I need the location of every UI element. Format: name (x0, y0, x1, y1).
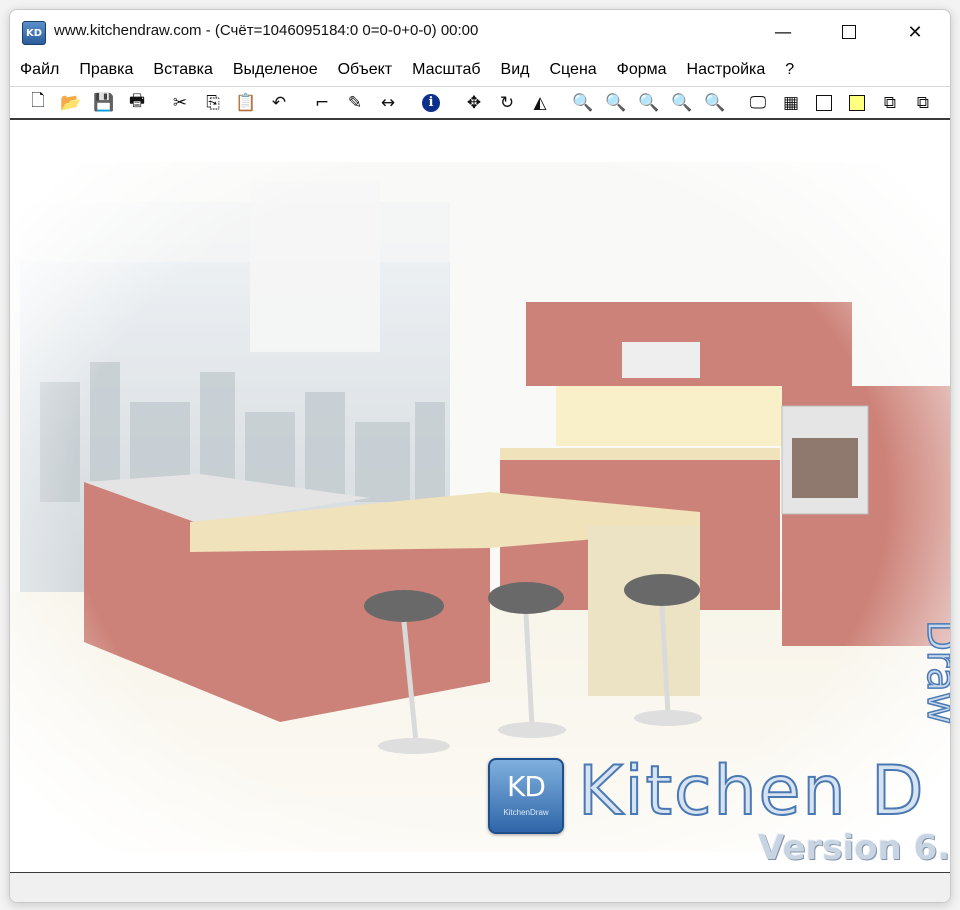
yellow-box-button[interactable] (843, 91, 871, 115)
paste-icon[interactable]: 📋 (232, 91, 260, 115)
stairs-icon[interactable]: ⌐ (308, 91, 336, 115)
menu-view[interactable]: Вид (491, 59, 540, 81)
splash-canvas: KD KitchenDraw Kitchen D Version 6. Draw (10, 122, 950, 874)
maximize-button[interactable] (816, 10, 882, 54)
menu-selection[interactable]: Выделеное (223, 59, 328, 81)
menu-settings[interactable]: Настройка (677, 59, 776, 81)
paint-icon[interactable]: ✎ (341, 91, 369, 115)
close-button[interactable]: ✕ (882, 10, 948, 54)
move-icon[interactable]: ✥ (460, 91, 488, 115)
open-folder-icon[interactable]: 📂 (57, 91, 85, 115)
kitchendraw-logo: KD KitchenDraw (488, 758, 564, 834)
mirror-icon[interactable]: ◭ (526, 91, 554, 115)
brand-vertical-text: Draw (917, 619, 950, 725)
menu-bar: Файл Правка Вставка Выделеное Объект Мас… (10, 56, 950, 84)
window-title: www.kitchendraw.com - (Счёт=1046095184:0… (54, 22, 479, 39)
minimize-button[interactable]: — (750, 10, 816, 54)
info-button[interactable]: i (417, 91, 445, 115)
title-bar[interactable]: KD www.kitchendraw.com - (Счёт=104609518… (10, 10, 950, 54)
menu-scale[interactable]: Масштаб (402, 59, 490, 81)
save-icon[interactable]: 💾 (90, 91, 118, 115)
menu-object[interactable]: Объект (328, 59, 402, 81)
zoom-window-icon[interactable]: 🔍 (635, 91, 663, 115)
toolbar: 🗋 📂 💾 🖶 ✂ ⎘ 📋 ↶ ⌐ ✎ ↔ i ✥ ↻ ◭ 🔍 🔍 🔍 🔍 🔍 … (10, 86, 950, 120)
copy-icon[interactable]: ⎘ (199, 91, 227, 115)
new-file-icon[interactable]: 🗋 (24, 91, 52, 115)
cube-outline-icon[interactable]: ⧉ (909, 91, 937, 115)
grid-view-icon[interactable]: ▦ (777, 91, 805, 115)
undo-icon[interactable]: ↶ (265, 91, 293, 115)
brand-name: Kitchen D (577, 751, 926, 832)
monitor-icon[interactable]: 🖵 (744, 91, 772, 115)
wireframe-box-icon (816, 94, 832, 111)
menu-edit[interactable]: Правка (69, 59, 143, 81)
menu-insert[interactable]: Вставка (143, 59, 222, 81)
info-icon: i (422, 93, 440, 112)
wireframe-box-button[interactable] (810, 91, 838, 115)
rotate-icon[interactable]: ↻ (493, 91, 521, 115)
cube-icon[interactable]: ⧉ (876, 91, 904, 115)
status-bar (10, 872, 950, 902)
zoom-out-icon[interactable]: 🔍 (602, 91, 630, 115)
yellow-box-icon (849, 94, 865, 111)
print-icon[interactable]: 🖶 (123, 91, 151, 115)
menu-help[interactable]: ? (775, 59, 804, 81)
menu-file[interactable]: Файл (20, 59, 69, 81)
version-label: Version 6. (758, 828, 950, 868)
zoom-fit-icon[interactable]: 🔍 (668, 91, 696, 115)
menu-scene[interactable]: Сцена (540, 59, 607, 81)
menu-form[interactable]: Форма (607, 59, 677, 81)
zoom-previous-icon[interactable]: 🔍 (701, 91, 729, 115)
logo-subtext: KitchenDraw (503, 808, 549, 817)
cut-icon[interactable]: ✂ (166, 91, 194, 115)
zoom-in-icon[interactable]: 🔍 (569, 91, 597, 115)
dimension-icon[interactable]: ↔ (374, 91, 402, 115)
app-window: KD www.kitchendraw.com - (Счёт=104609518… (9, 9, 951, 903)
app-icon[interactable]: KD (22, 21, 46, 45)
logo-mark: KD (507, 770, 546, 803)
maximize-icon (842, 25, 856, 39)
